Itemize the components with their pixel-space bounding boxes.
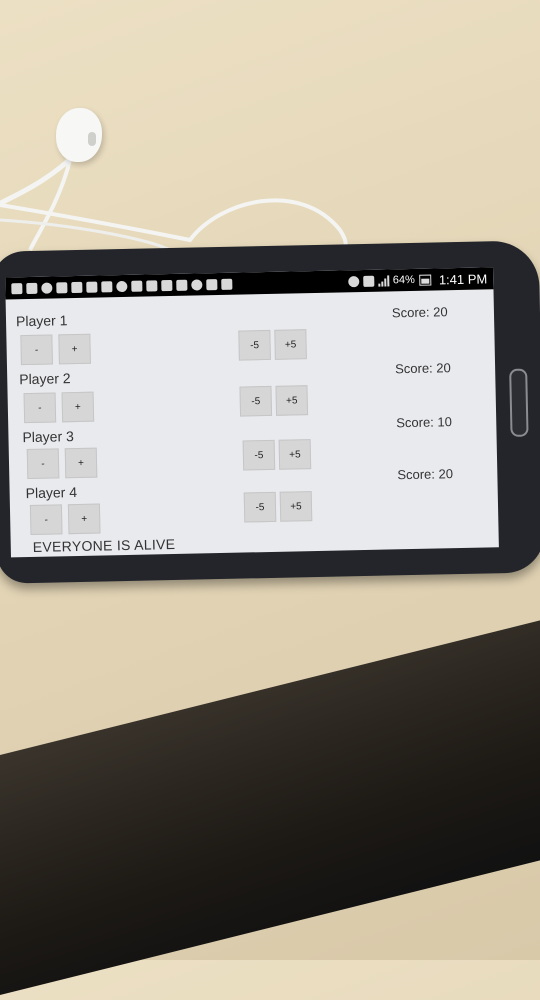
app-content: Player 1 - + -5 +5 Score: 20 Player 2 - … — [6, 289, 499, 557]
whatsapp-icon — [191, 278, 203, 291]
player-2-plus5-button[interactable]: +5 — [275, 385, 309, 416]
battery-percent: 64% — [392, 273, 415, 287]
player-3-label: Player 3 — [22, 428, 74, 446]
voicemail-icon — [26, 282, 38, 294]
player-3-plus-button[interactable]: + — [64, 447, 98, 479]
music-icon — [71, 281, 83, 293]
system-icons: 64% 1:41 PM — [347, 270, 488, 289]
player-4-minus5-button[interactable]: -5 — [243, 491, 277, 523]
sync-icon — [116, 280, 128, 292]
player-2-plus-button[interactable]: + — [61, 391, 95, 423]
player-4-plus-button[interactable]: + — [67, 503, 101, 535]
headphones-icon — [206, 278, 218, 290]
usb-icon — [11, 282, 23, 294]
earbud-speaker — [88, 132, 96, 146]
linkedin-icon — [101, 280, 113, 292]
player-3-minus-button[interactable]: - — [26, 448, 60, 480]
file-icon — [161, 279, 173, 291]
player-1-minus-button[interactable]: - — [20, 334, 53, 366]
status-message: EVERYONE IS ALIVE — [32, 535, 176, 555]
player-3-score: Score: 10 — [396, 414, 453, 431]
skype-icon — [41, 281, 53, 294]
alarm-icon — [347, 275, 359, 287]
player-2-minus-button[interactable]: - — [23, 392, 57, 424]
battery-icon — [418, 274, 431, 286]
signal-icon — [377, 274, 389, 287]
player-3-plus5-button[interactable]: +5 — [278, 439, 312, 470]
player-4-label: Player 4 — [25, 484, 78, 502]
calendar-icon — [86, 281, 98, 293]
player-4-minus-button[interactable]: - — [29, 504, 63, 536]
player-4-plus5-button[interactable]: +5 — [279, 491, 313, 522]
notification-icons — [11, 278, 233, 294]
facebook-icon — [56, 281, 68, 293]
player-1-plus-button[interactable]: + — [58, 333, 91, 365]
player-1-score: Score: 20 — [391, 304, 448, 321]
flipboard-icon — [131, 280, 143, 292]
phone-screen: 64% 1:41 PM Player 1 - + -5 +5 Score: 20… — [5, 267, 499, 558]
player-2-score: Score: 20 — [394, 360, 451, 377]
home-button[interactable] — [509, 368, 529, 437]
network-4g-icon — [362, 275, 374, 287]
player-3-minus5-button[interactable]: -5 — [242, 439, 276, 471]
phone: 64% 1:41 PM Player 1 - + -5 +5 Score: 20… — [0, 240, 540, 584]
player-1-minus5-button[interactable]: -5 — [238, 329, 271, 361]
floor-background — [0, 615, 540, 1000]
player-1-label: Player 1 — [15, 312, 68, 330]
player-4-score: Score: 20 — [397, 466, 454, 483]
player-2-minus5-button[interactable]: -5 — [239, 385, 273, 417]
wifi-icon — [176, 279, 188, 291]
linkedin-icon — [146, 279, 158, 292]
bag-icon — [221, 278, 233, 290]
player-1-plus5-button[interactable]: +5 — [274, 329, 307, 360]
player-2-label: Player 2 — [19, 370, 71, 388]
clock: 1:41 PM — [438, 270, 488, 287]
